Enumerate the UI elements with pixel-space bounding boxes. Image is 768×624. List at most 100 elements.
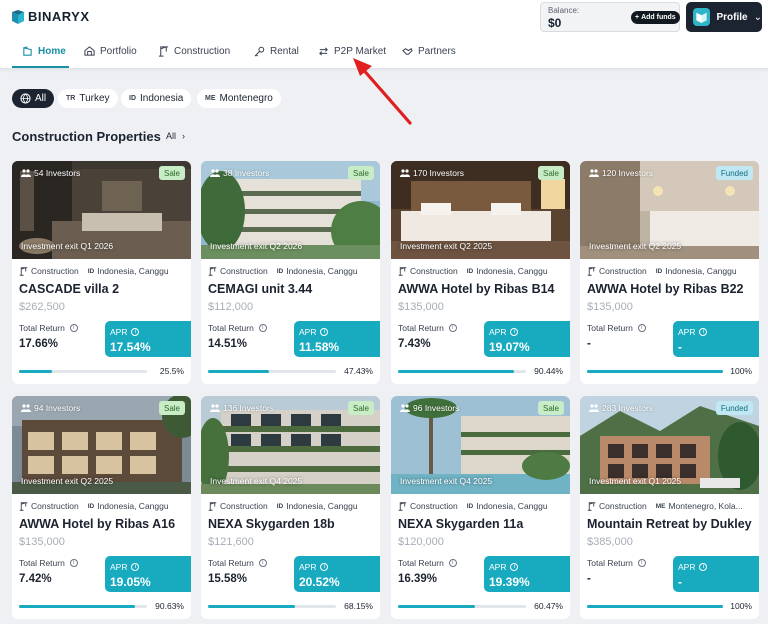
home-icon <box>23 46 32 56</box>
property-title[interactable]: Mountain Retreat by Dukley <box>587 517 752 531</box>
property-title[interactable]: CEMAGI unit 3.44 <box>208 282 312 296</box>
property-meta: Construction ME Montenegro, Kola... <box>587 501 755 511</box>
country-code: ID <box>87 267 95 275</box>
info-icon[interactable]: i <box>699 563 708 571</box>
property-title[interactable]: AWWA Hotel by Ribas B22 <box>587 282 744 296</box>
info-icon[interactable]: i <box>258 324 267 332</box>
construction-label: Construction <box>599 501 647 511</box>
property-card[interactable]: 120 Investors Funded Investment exit Q2 … <box>580 161 759 384</box>
investors-count: 38 Investors <box>210 168 269 178</box>
apr-box: APR i 19.39% <box>484 556 570 592</box>
filter-chip-all-label: All <box>35 93 47 104</box>
info-icon[interactable]: i <box>510 563 519 571</box>
property-card[interactable]: 170 Investors Sale Investment exit Q2 20… <box>391 161 570 384</box>
property-title[interactable]: AWWA Hotel by Ribas B14 <box>398 282 555 296</box>
nav-tab-p2p-market[interactable]: P2P Market <box>318 34 386 69</box>
info-icon[interactable]: i <box>258 559 267 567</box>
brand-logo[interactable]: BINARYX <box>12 9 90 24</box>
country-code: ID <box>466 267 474 275</box>
add-funds-button[interactable]: + Add funds <box>631 11 680 24</box>
crane-icon <box>19 501 28 511</box>
investors-label: 283 Investors <box>602 403 654 413</box>
property-card[interactable]: 94 Investors Sale Investment exit Q2 202… <box>12 396 191 619</box>
property-location: Montenegro, Kola... <box>668 501 743 511</box>
investors-count: 170 Investors <box>400 168 464 178</box>
users-icon <box>21 404 31 412</box>
apr-text: APR <box>489 562 507 572</box>
property-card[interactable]: 283 Investors Funded Investment exit Q1 … <box>580 396 759 619</box>
total-return-text: Total Return <box>19 323 65 333</box>
info-icon[interactable]: i <box>131 563 140 571</box>
construction-label: Construction <box>220 266 268 276</box>
property-price: $121,600 <box>208 536 254 548</box>
funding-progress-fill <box>587 370 723 373</box>
country-code: ID <box>87 502 95 510</box>
apr-value: - <box>678 340 682 354</box>
nav-tab-portfolio[interactable]: Portfolio <box>84 34 137 69</box>
nav-tab-partners[interactable]: Partners <box>402 34 456 69</box>
nav-tab-construction[interactable]: Construction <box>158 34 230 69</box>
nav-tab-rental[interactable]: Rental <box>254 34 299 69</box>
apr-box: APR i - <box>673 321 759 357</box>
funding-progress-label: 90.63% <box>155 601 184 611</box>
apr-text: APR <box>489 327 507 337</box>
info-icon[interactable]: i <box>637 559 646 567</box>
apr-label: APR i <box>489 562 519 572</box>
total-return-text: Total Return <box>398 558 444 568</box>
investors-count: 283 Investors <box>589 403 653 413</box>
info-icon[interactable]: i <box>699 328 708 336</box>
property-title[interactable]: CASCADE villa 2 <box>19 282 119 296</box>
funding-progress-bar <box>19 370 147 373</box>
status-badge: Sale <box>537 166 564 180</box>
property-meta: Construction ID Indonesia, Canggu <box>398 501 566 511</box>
info-icon[interactable]: i <box>320 563 329 571</box>
status-badge: Funded <box>715 166 753 180</box>
profile-button[interactable]: Profile ⌄ <box>686 2 762 32</box>
property-card[interactable]: 96 Investors Sale Investment exit Q4 202… <box>391 396 570 619</box>
apr-box: APR i 19.05% <box>105 556 191 592</box>
property-title[interactable]: NEXA Skygarden 18b <box>208 517 335 531</box>
funding-progress-fill <box>398 370 514 373</box>
funding-progress-fill <box>208 370 269 373</box>
handshake-icon <box>402 48 413 55</box>
total-return-text: Total Return <box>587 558 633 568</box>
property-card[interactable]: 38 Investors Sale Investment exit Q2 202… <box>201 161 380 384</box>
investors-count: 94 Investors <box>21 403 80 413</box>
construction-label: Construction <box>220 501 268 511</box>
info-icon[interactable]: i <box>637 324 646 332</box>
info-icon[interactable]: i <box>320 328 329 336</box>
funding-progress-label: 60.47% <box>534 601 563 611</box>
investment-exit: Investment exit Q1 2025 <box>589 476 682 486</box>
nav-tab-home[interactable]: Home <box>22 34 66 69</box>
apr-text: APR <box>110 562 128 572</box>
filter-chip-indonesia[interactable]: ID Indonesia <box>121 89 192 108</box>
funding-progress-bar <box>398 370 526 373</box>
info-icon[interactable]: i <box>448 324 457 332</box>
total-return-value: 16.39% <box>398 573 438 585</box>
filter-chip-all[interactable]: All <box>12 89 55 108</box>
info-icon[interactable]: i <box>448 559 457 567</box>
filter-chip-montenegro[interactable]: ME Montenegro <box>197 89 281 108</box>
filter-chip-turkey-label: Turkey <box>79 93 110 104</box>
property-title[interactable]: NEXA Skygarden 11a <box>398 517 523 531</box>
users-icon <box>589 404 599 412</box>
funding-progress-bar <box>587 605 723 608</box>
filter-chip-turkey[interactable]: TR Turkey <box>58 89 118 108</box>
total-return-value: - <box>587 338 591 350</box>
property-card[interactable]: 54 Investors Sale Investment exit Q1 202… <box>12 161 191 384</box>
total-return-label: Total Return i <box>208 323 267 333</box>
active-tab-indicator <box>12 66 69 68</box>
info-icon[interactable]: i <box>131 328 140 336</box>
nav-tab-home-label: Home <box>38 46 66 57</box>
funding-progress-bar <box>208 370 336 373</box>
property-title[interactable]: AWWA Hotel by Ribas A16 <box>19 517 175 531</box>
info-icon[interactable]: i <box>510 328 519 336</box>
section-all-link[interactable]: All › <box>166 131 185 141</box>
info-icon[interactable]: i <box>69 559 78 567</box>
brand-name: BINARYX <box>28 9 90 24</box>
country-code: ID <box>129 95 136 102</box>
property-card[interactable]: 136 Investors Sale Investment exit Q4 20… <box>201 396 380 619</box>
total-return-value: 7.43% <box>398 338 431 350</box>
info-icon[interactable]: i <box>69 324 78 332</box>
filter-chip-indonesia-label: Indonesia <box>140 93 184 104</box>
